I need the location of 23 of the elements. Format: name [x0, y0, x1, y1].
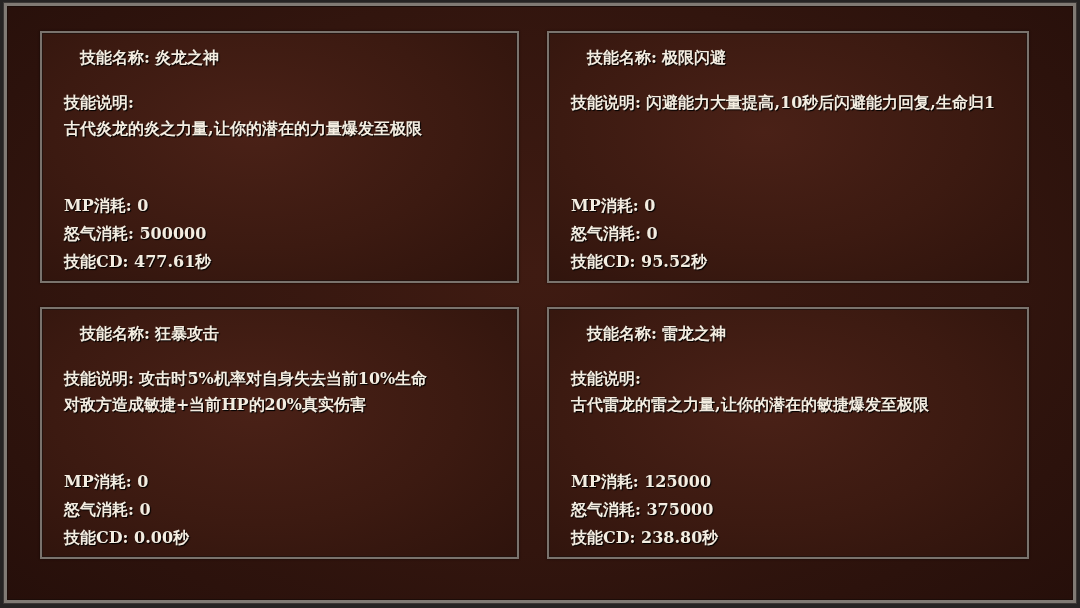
stat-text: 技能CD: 477.61秒: [64, 251, 212, 273]
skill-name-text: 技能名称: 雷龙之神: [587, 323, 727, 345]
stat-text: 怒气消耗: 500000: [64, 223, 207, 245]
skill-description-line: 古代炎龙的炎之力量,让你的潜在的力量爆发至极限: [64, 118, 422, 140]
stat-text: MP消耗: 0: [571, 195, 656, 217]
stat-text: MP消耗: 0: [64, 195, 149, 217]
skill-description-line: 技能说明: 闪避能力大量提高,10秒后闪避能力回复,生命归1: [571, 92, 995, 114]
skill-name-text: 技能名称: 炎龙之神: [80, 47, 220, 69]
stat-text: 技能CD: 238.80秒: [571, 527, 719, 549]
stat-text: 技能CD: 0.00秒: [64, 527, 190, 549]
stat-text: 怒气消耗: 0: [64, 499, 151, 521]
stat-text: 怒气消耗: 0: [571, 223, 658, 245]
skill-description-line: 对敌方造成敏捷+当前HP的20%真实伤害: [64, 394, 367, 416]
stat-text: MP消耗: 125000: [571, 471, 711, 493]
skill-description-line: 技能说明:: [571, 368, 641, 390]
skill-description-line: 技能说明: 攻击时5%机率对自身失去当前10%生命: [64, 368, 428, 390]
stat-text: 怒气消耗: 375000: [571, 499, 714, 521]
stat-text: 技能CD: 95.52秒: [571, 251, 708, 273]
skill-name-text: 技能名称: 极限闪避: [587, 47, 727, 69]
skill-name-text: 技能名称: 狂暴攻击: [80, 323, 220, 345]
skill-description-line: 技能说明:: [64, 92, 134, 114]
stat-text: MP消耗: 0: [64, 471, 149, 493]
skill-description-line: 古代雷龙的雷之力量,让你的潜在的敏捷爆发至极限: [571, 394, 929, 416]
